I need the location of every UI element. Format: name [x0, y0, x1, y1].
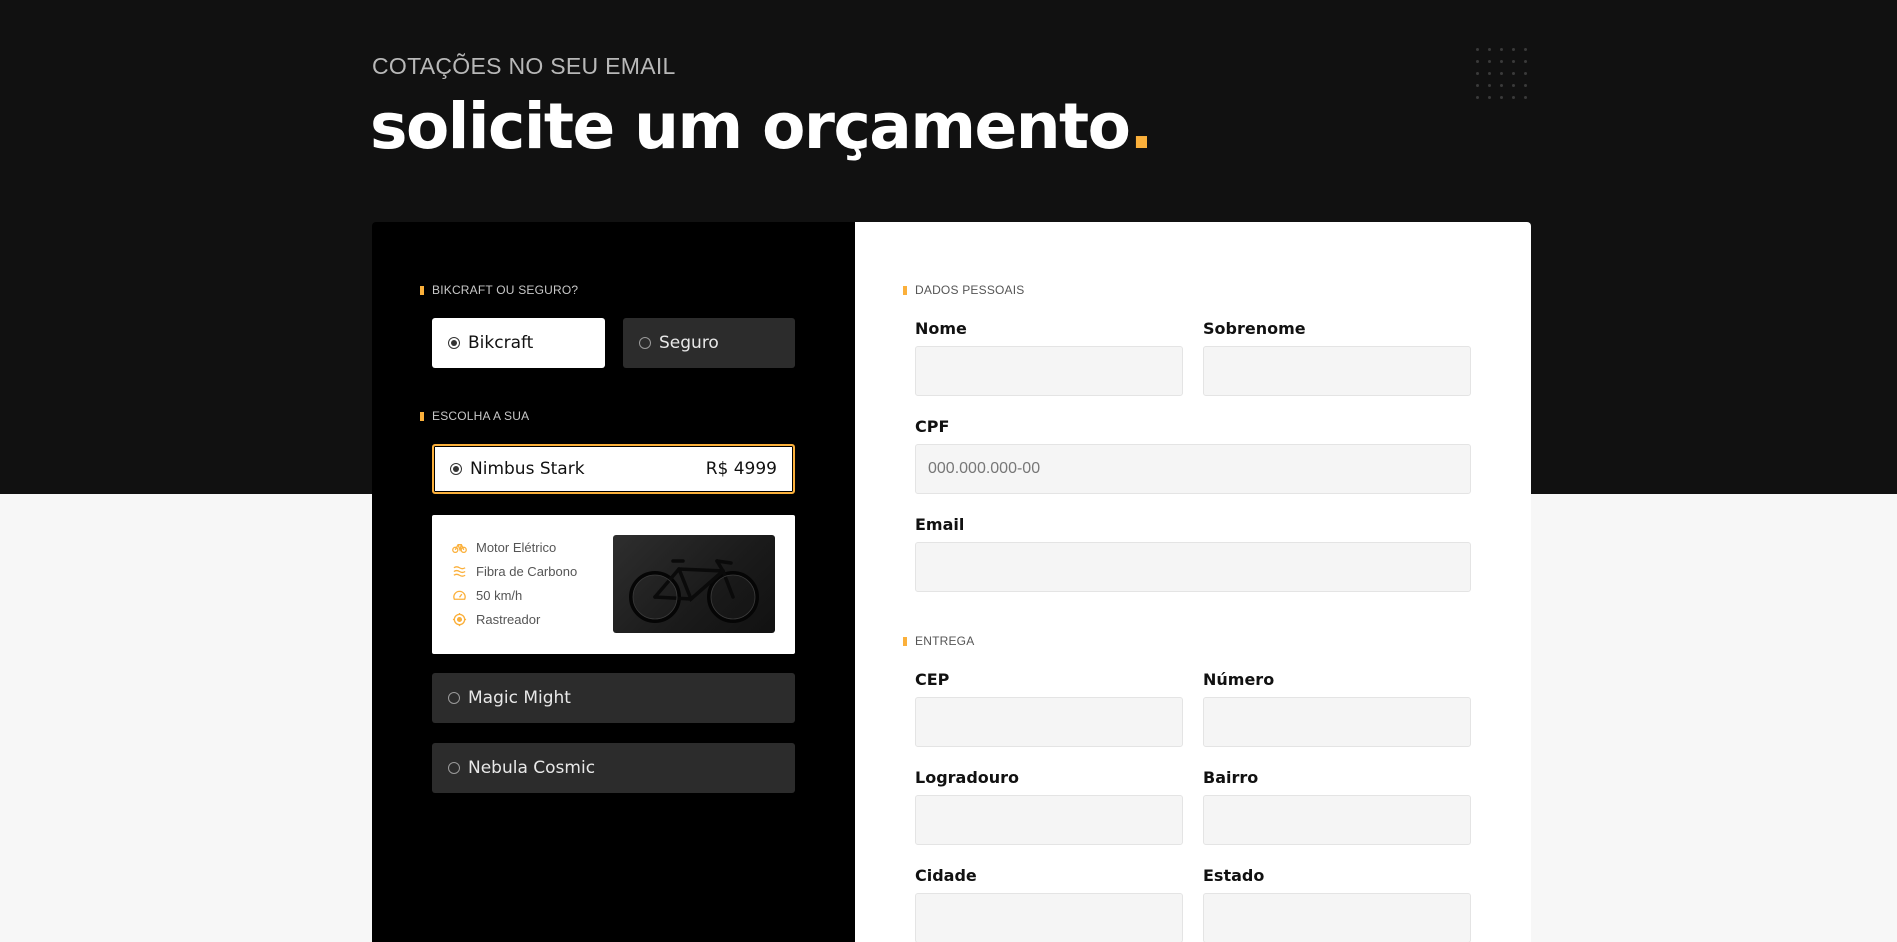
radio-icon — [448, 692, 460, 704]
product-selection-panel: BIKCRAFT OU SEGURO? Bikcraft Seguro ESCO… — [372, 222, 855, 942]
bairro-label: Bairro — [1203, 768, 1259, 787]
type-section-text: BIKCRAFT OU SEGURO? — [432, 283, 579, 297]
delivery-section-text: ENTREGA — [915, 634, 975, 648]
radio-icon — [450, 463, 462, 475]
carbon-fiber-icon — [453, 565, 466, 577]
feature-item: 50 km/h — [452, 583, 577, 607]
radio-icon — [448, 762, 460, 774]
cidade-label: Cidade — [915, 866, 977, 885]
product-name: Magic Might — [468, 688, 571, 708]
feature-label: Fibra de Carbono — [476, 563, 578, 579]
delivery-section-label: ENTREGA — [903, 634, 974, 648]
feature-item: Motor Elétrico — [452, 535, 577, 559]
estado-field[interactable] — [1203, 893, 1471, 942]
cep-field[interactable] — [915, 697, 1183, 747]
email-field[interactable] — [915, 542, 1471, 592]
nome-field[interactable] — [915, 346, 1183, 396]
speedometer-icon — [453, 590, 466, 600]
numero-field[interactable] — [1203, 697, 1471, 747]
email-label: Email — [915, 515, 965, 534]
section-marker — [903, 636, 907, 646]
option-bikcraft-label: Bikcraft — [468, 333, 534, 353]
product-option-nimbus-stark[interactable]: Nimbus Stark R$ 4999 — [432, 444, 795, 494]
option-seguro[interactable]: Seguro — [623, 318, 795, 368]
product-price: R$ 4999 — [705, 459, 777, 479]
bairro-field[interactable] — [1203, 795, 1471, 845]
product-option-nebula-cosmic[interactable]: Nebula Cosmic — [432, 743, 795, 793]
product-option-magic-might[interactable]: Magic Might — [432, 673, 795, 723]
page-eyebrow: COTAÇÕES NO SEU EMAIL — [372, 53, 676, 79]
nome-label: Nome — [915, 319, 967, 338]
sobrenome-field[interactable] — [1203, 346, 1471, 396]
option-bikcraft[interactable]: Bikcraft — [432, 318, 605, 368]
cpf-label: CPF — [915, 417, 950, 436]
page-title-text: solicite um orçamento — [370, 90, 1131, 163]
product-name: Nebula Cosmic — [468, 758, 596, 778]
tracker-icon — [452, 612, 467, 626]
choose-section-text: ESCOLHA A SUA — [432, 409, 530, 423]
electric-bike-icon — [452, 543, 467, 553]
bike-illustration — [629, 559, 759, 623]
feature-label: Rastreador — [476, 611, 541, 627]
bike-photo — [613, 535, 775, 633]
title-accent-dot: . — [1129, 90, 1153, 163]
feature-label: 50 km/h — [476, 587, 523, 603]
radio-icon — [639, 337, 651, 349]
logradouro-field[interactable] — [915, 795, 1183, 845]
decorative-dots — [1476, 48, 1536, 108]
section-marker — [420, 411, 424, 421]
estado-label: Estado — [1203, 866, 1265, 885]
cep-label: CEP — [915, 670, 950, 689]
sobrenome-label: Sobrenome — [1203, 319, 1306, 338]
product-name: Nimbus Stark — [470, 459, 585, 479]
personal-section-label: DADOS PESSOAIS — [903, 283, 1025, 297]
choose-section-label: ESCOLHA A SUA — [420, 409, 529, 423]
personal-section-text: DADOS PESSOAIS — [915, 283, 1025, 297]
section-marker — [903, 285, 907, 295]
option-seguro-label: Seguro — [659, 333, 719, 353]
page-title: solicite um orçamento. — [370, 88, 1153, 166]
feature-item: Rastreador — [452, 607, 577, 631]
feature-item: Fibra de Carbono — [452, 559, 577, 583]
type-section-label: BIKCRAFT OU SEGURO? — [420, 283, 578, 297]
logradouro-label: Logradouro — [915, 768, 1020, 787]
cpf-field[interactable] — [915, 444, 1471, 494]
section-marker — [420, 285, 424, 295]
feature-label: Motor Elétrico — [476, 539, 557, 555]
feature-list: Motor Elétrico Fibra de Carbono 50 km/h … — [452, 535, 577, 631]
cidade-field[interactable] — [915, 893, 1183, 942]
product-details-card: Motor Elétrico Fibra de Carbono 50 km/h … — [432, 515, 795, 654]
numero-label: Número — [1203, 670, 1275, 689]
quote-form-panel: DADOS PESSOAIS Nome Sobrenome CPF Email … — [855, 222, 1531, 942]
radio-icon — [448, 337, 460, 349]
